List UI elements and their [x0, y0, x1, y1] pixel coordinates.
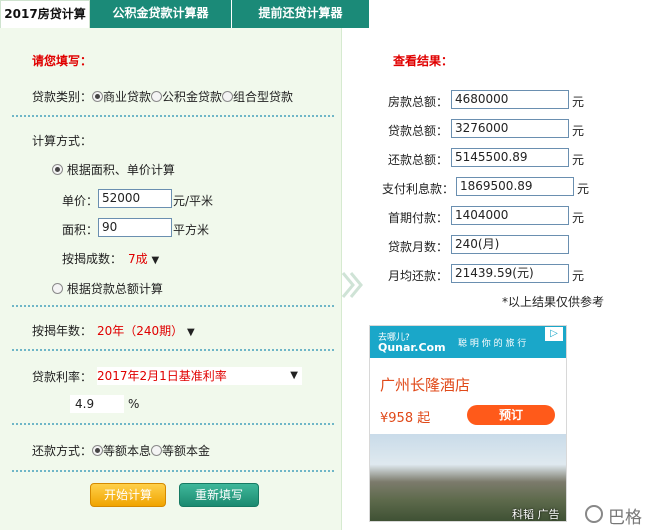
radio-fund[interactable] [151, 91, 163, 102]
tab-prepay[interactable]: 提前还贷计算器 [232, 0, 370, 28]
result-field[interactable]: 5145500.89 [451, 148, 569, 167]
radio-combined[interactable] [222, 91, 234, 102]
radio-by-area[interactable] [52, 164, 63, 175]
ad-footer: 科韬 广告 [512, 508, 560, 521]
result-unit: 元 [577, 182, 590, 196]
result-unit: 元 [572, 95, 585, 109]
chevron-down-icon: ▼ [290, 370, 298, 381]
ratio-value: 7成 [128, 252, 148, 266]
ad-book-button[interactable]: 预订 [467, 405, 555, 425]
result-label: 支付利息款： [381, 182, 454, 196]
result-field[interactable]: 240(月) [451, 235, 569, 254]
result-field[interactable]: 21439.59(元) [451, 264, 569, 283]
unit-price-label: 单价： [62, 194, 99, 208]
area-unit: 平方米 [173, 223, 210, 237]
by-total-label: 根据贷款总额计算 [66, 282, 163, 296]
result-field[interactable]: 3276000 [451, 119, 569, 138]
ratio-label: 按揭成数： [62, 252, 123, 266]
ratio-select[interactable]: 7成 ▼ [128, 250, 159, 267]
watermark-text: 巴格 [608, 508, 642, 528]
divider [12, 423, 334, 425]
ad-choice-icon[interactable]: ▷ [545, 327, 563, 341]
rate-value: 2017年2月1日基准利率 [97, 369, 227, 383]
rate-select[interactable]: 2017年2月1日基准利率 ▼ [97, 367, 302, 385]
result-label: 还款总额： [387, 153, 448, 167]
ad-banner[interactable]: 去哪儿? Qunar.Com 聪 明 你 的 旅 行 ▷ 广州长隆酒店 ¥958… [369, 325, 567, 522]
radio-commercial[interactable] [92, 91, 104, 102]
result-unit: 元 [572, 211, 585, 225]
loan-type-row: 贷款类别： 商业贷款 公积金贷款 组合型贷款 [32, 88, 293, 105]
loan-type-label: 贷款类别： [32, 90, 93, 104]
result-unit: 元 [572, 269, 585, 283]
ad-hotel-name[interactable]: 广州长隆酒店 [380, 374, 470, 395]
area-label: 面积： [62, 223, 99, 237]
result-unit: 元 [572, 124, 585, 138]
ad-slogan: 聪 明 你 的 旅 行 [458, 339, 527, 349]
result-label: 月均还款： [387, 269, 448, 283]
radio-by-total[interactable] [52, 283, 63, 294]
years-label: 按揭年数： [32, 324, 93, 338]
result-field[interactable]: 1404000 [451, 206, 569, 225]
result-heading: 查看结果： [393, 54, 454, 68]
tab-bar: 2017房贷计算器 公积金贷款计算器 提前还贷计算器 [0, 0, 660, 47]
commercial-label: 商业贷款 [103, 90, 152, 104]
result-note: *以上结果仅供参考 [502, 295, 605, 309]
result-label: 贷款月数： [387, 240, 448, 254]
result-field[interactable]: 4680000 [451, 90, 569, 109]
ad-price: ¥958 起 [380, 411, 431, 426]
years-select[interactable]: 20年（240期） ▼ [97, 322, 195, 339]
unit-price-unit: 元/平米 [173, 194, 214, 208]
chevron-down-icon: ▼ [187, 327, 195, 338]
divider [12, 470, 334, 472]
watermark-logo-icon [585, 505, 603, 523]
area-input[interactable]: 90 [98, 218, 172, 237]
divider [12, 349, 334, 351]
radio-equal-principal[interactable] [151, 445, 163, 456]
rate-percent: % [128, 397, 140, 411]
double-chevron-right-icon [341, 272, 363, 298]
rate-number-field[interactable]: 4.9 [70, 395, 124, 413]
combined-label: 组合型贷款 [233, 90, 294, 104]
divider [12, 305, 334, 307]
repay-label: 还款方式： [32, 444, 93, 458]
ad-brand: Qunar.Com [378, 341, 446, 354]
equal-principal-label: 等额本金 [162, 444, 211, 458]
years-value: 20年（240期） [97, 324, 184, 338]
by-area-label: 根据面积、单价计算 [66, 163, 175, 177]
reset-button[interactable]: 重新填写 [179, 483, 259, 507]
result-label: 首期付款： [387, 211, 448, 225]
tab-fund-loan[interactable]: 公积金贷款计算器 [90, 0, 232, 28]
repay-row: 还款方式： 等额本息 等额本金 [32, 442, 210, 459]
radio-equal-payment[interactable] [92, 445, 104, 456]
tab-house-loan[interactable]: 2017房贷计算器 [0, 0, 90, 47]
result-label: 房款总额： [387, 95, 448, 109]
chevron-down-icon: ▼ [151, 255, 160, 266]
input-heading: 请您填写： [32, 54, 93, 68]
result-field[interactable]: 1869500.89 [456, 177, 574, 196]
result-label: 贷款总额： [387, 124, 448, 138]
divider [12, 115, 334, 117]
calc-method-option1: 根据面积、单价计算 [52, 161, 175, 178]
calc-method-label: 计算方式： [32, 134, 93, 148]
calc-method-option2: 根据贷款总额计算 [52, 280, 163, 297]
equal-payment-label: 等额本息 [103, 444, 152, 458]
result-unit: 元 [572, 153, 585, 167]
rate-label: 贷款利率： [32, 370, 93, 384]
unit-price-input[interactable]: 52000 [98, 189, 172, 208]
start-calc-button[interactable]: 开始计算 [90, 483, 166, 507]
fund-label: 公积金贷款 [162, 90, 223, 104]
